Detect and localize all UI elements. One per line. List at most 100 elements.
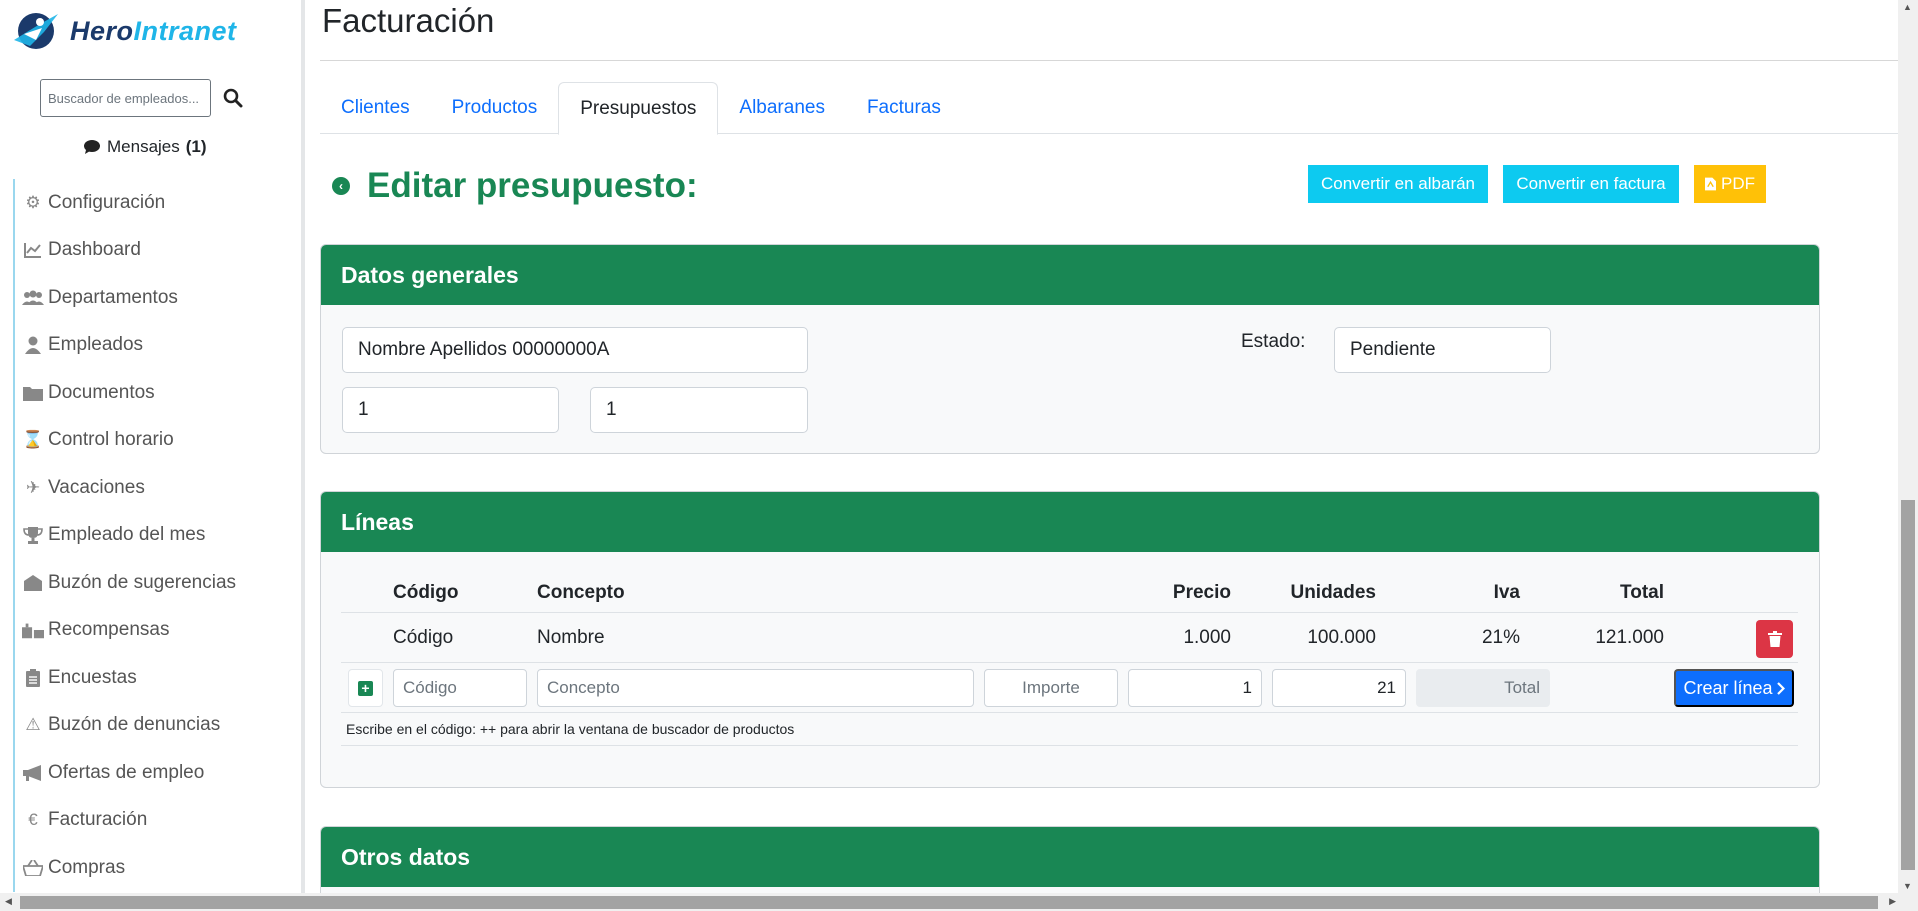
- scroll-right-icon[interactable]: ▶: [1889, 896, 1896, 907]
- concepto-input[interactable]: Concepto: [537, 669, 974, 707]
- new-line-form: + Código Concepto Importe 1 21 Total Cre…: [341, 663, 1798, 713]
- row-iva: 21%: [1481, 626, 1520, 648]
- scroll-up-icon[interactable]: ▲: [1903, 2, 1912, 12]
- tab-presupuestos[interactable]: Presupuestos: [558, 82, 719, 135]
- sidebar-item-buzon-sugerencias[interactable]: Buzón de sugerencias: [13, 559, 301, 607]
- table-row: Código Nombre 1.000 100.000 21% 121.000: [341, 613, 1798, 663]
- col-precio: Precio: [1172, 581, 1231, 603]
- estado-label: Estado:: [1241, 331, 1306, 352]
- sidebar-item-label: Buzón de denuncias: [48, 714, 221, 736]
- estado-select[interactable]: Pendiente: [1334, 327, 1551, 373]
- field-b-input[interactable]: 1: [590, 387, 808, 433]
- basket-icon: [22, 859, 44, 876]
- col-total: Total: [1620, 581, 1664, 603]
- sidebar-item-configuracion[interactable]: ⚙ Configuración: [13, 179, 301, 227]
- vertical-scrollbar[interactable]: ▲ ▼: [1898, 0, 1918, 893]
- row-total: 121.000: [1595, 626, 1664, 648]
- messages-link[interactable]: Mensajes (1): [83, 137, 207, 157]
- sidebar-item-label: Control horario: [48, 429, 174, 451]
- sidebar-item-recompensas[interactable]: Recompensas: [13, 606, 301, 654]
- user-icon: [22, 336, 44, 355]
- tab-productos[interactable]: Productos: [431, 82, 559, 134]
- lines-card: Líneas Código Concepto Precio Unidades I…: [320, 491, 1820, 788]
- sidebar: HeroIntranet Mensajes (1) ⚙ Configuración…: [0, 0, 305, 893]
- title-divider: [320, 60, 1898, 61]
- scroll-down-icon[interactable]: ▼: [1903, 881, 1912, 891]
- horizontal-scrollbar[interactable]: ◀ ▶: [0, 893, 1918, 911]
- delete-line-button[interactable]: [1756, 620, 1793, 658]
- trash-icon: [1767, 631, 1782, 647]
- unidades-input[interactable]: 1: [1128, 669, 1262, 707]
- sidebar-item-label: Facturación: [48, 809, 148, 831]
- sidebar-item-label: Compras: [48, 856, 126, 878]
- row-concepto: Nombre: [537, 626, 605, 648]
- create-line-button[interactable]: Crear línea: [1674, 669, 1794, 707]
- tab-facturas[interactable]: Facturas: [846, 82, 962, 134]
- add-product-button[interactable]: +: [348, 669, 383, 707]
- comment-icon: [84, 140, 100, 154]
- iva-input[interactable]: 21: [1272, 669, 1406, 707]
- app-logo[interactable]: HeroIntranet: [10, 10, 237, 52]
- sidebar-item-label: Documentos: [48, 381, 155, 403]
- gift-icon: [22, 621, 44, 639]
- col-unidades: Unidades: [1290, 581, 1376, 603]
- sidebar-item-compras[interactable]: Compras: [13, 844, 301, 892]
- sidebar-item-control-horario[interactable]: ⌛ Control horario: [13, 416, 301, 464]
- folder-icon: [22, 385, 44, 401]
- create-line-label: Crear línea: [1683, 677, 1773, 698]
- file-pdf-icon: [1705, 177, 1716, 191]
- sidebar-item-label: Empleado del mes: [48, 524, 206, 546]
- codigo-input[interactable]: Código: [393, 669, 527, 707]
- sidebar-item-documentos[interactable]: Documentos: [13, 369, 301, 417]
- sidebar-item-facturacion[interactable]: € Facturación: [13, 796, 301, 844]
- importe-input[interactable]: Importe: [984, 669, 1118, 707]
- sidebar-item-label: Encuestas: [48, 666, 137, 688]
- megaphone-icon: [22, 764, 44, 781]
- sidebar-item-buzon-denuncias[interactable]: ⚠ Buzón de denuncias: [13, 701, 301, 749]
- messages-count: (1): [185, 137, 207, 156]
- sidebar-item-empleado-del-mes[interactable]: Empleado del mes: [13, 511, 301, 559]
- main-content: Facturación Clientes Productos Presupues…: [320, 0, 1898, 906]
- horizontal-scroll-thumb[interactable]: [20, 896, 1878, 909]
- sidebar-item-departamentos[interactable]: Departamentos: [13, 274, 301, 322]
- sidebar-item-encuestas[interactable]: Encuestas: [13, 654, 301, 702]
- client-select[interactable]: Nombre Apellidos 00000000A: [342, 327, 808, 373]
- hourglass-icon: ⌛: [22, 430, 44, 450]
- general-data-card: Datos generales Nombre Apellidos 0000000…: [320, 244, 1820, 454]
- field-a-input[interactable]: 1: [342, 387, 559, 433]
- col-concepto: Concepto: [537, 581, 625, 603]
- sidebar-item-label: Configuración: [48, 191, 166, 213]
- search-icon[interactable]: [223, 88, 243, 108]
- edit-heading: ‹ Editar presupuesto:: [332, 166, 698, 206]
- row-precio: 1.000: [1183, 626, 1231, 648]
- sidebar-item-ofertas-empleo[interactable]: Ofertas de empleo: [13, 749, 301, 797]
- users-icon: [22, 290, 44, 306]
- tab-albaranes[interactable]: Albaranes: [718, 82, 846, 134]
- messages-label: Mensajes: [107, 137, 180, 156]
- warning-icon: ⚠: [25, 715, 41, 735]
- pdf-button[interactable]: PDF: [1694, 165, 1766, 203]
- col-codigo: Código: [393, 581, 459, 603]
- vertical-scroll-thumb[interactable]: [1901, 500, 1915, 870]
- sidebar-item-label: Empleados: [48, 334, 144, 356]
- convert-albaran-button[interactable]: Convertir en albarán: [1308, 165, 1488, 203]
- convert-factura-button[interactable]: Convertir en factura: [1503, 165, 1679, 203]
- gear-icon: ⚙: [25, 192, 41, 212]
- scroll-left-icon[interactable]: ◀: [5, 896, 12, 907]
- sidebar-item-empleados[interactable]: Empleados: [13, 321, 301, 369]
- envelope-open-icon: [22, 574, 44, 591]
- billing-tabs: Clientes Productos Presupuestos Albarane…: [320, 82, 1898, 135]
- employee-search-input[interactable]: [40, 79, 211, 117]
- euro-icon: €: [28, 810, 38, 830]
- codigo-hint: Escribe en el código: ++ para abrir la v…: [341, 713, 1798, 746]
- sidebar-item-label: Recompensas: [48, 619, 170, 641]
- logo-text: HeroIntranet: [70, 16, 237, 47]
- tab-clientes[interactable]: Clientes: [320, 82, 431, 134]
- back-circle-icon[interactable]: ‹: [332, 177, 350, 195]
- sidebar-item-dashboard[interactable]: Dashboard: [13, 226, 301, 274]
- sidebar-item-vacaciones[interactable]: ✈ Vacaciones: [13, 464, 301, 512]
- sidebar-menu: ⚙ Configuración Dashboard Departamentos E…: [13, 179, 301, 892]
- plus-square-icon: +: [358, 680, 373, 696]
- edit-title: Editar presupuesto:: [367, 166, 698, 205]
- sidebar-item-label: Vacaciones: [48, 476, 145, 498]
